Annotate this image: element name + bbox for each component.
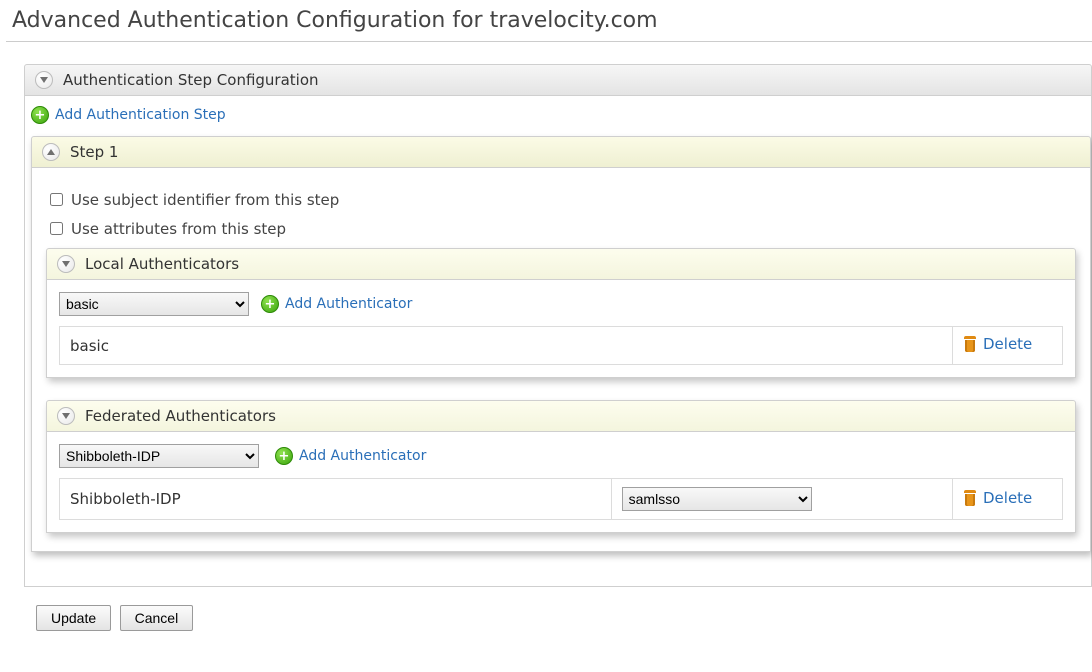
auth-step-config-panel: Authentication Step Configuration Add Au… [24, 64, 1092, 587]
plus-icon [261, 295, 279, 313]
delete-cell: Delete [953, 327, 1063, 365]
update-button[interactable]: Update [36, 605, 111, 631]
federated-auth-name-cell: Shibboleth-IDP [60, 479, 612, 520]
delete-label: Delete [983, 489, 1032, 507]
title-rule [6, 41, 1092, 42]
add-local-auth-link[interactable]: Add Authenticator [261, 295, 412, 313]
plus-icon [31, 106, 49, 124]
chevron-down-icon[interactable] [57, 255, 75, 273]
federated-auth-header[interactable]: Federated Authenticators [46, 400, 1076, 432]
trash-icon [963, 336, 977, 352]
federated-auth-title: Federated Authenticators [85, 407, 276, 425]
page-title: Advanced Authentication Configuration fo… [12, 8, 1092, 33]
federated-auth-toolbar: Shibboleth-IDP Add Authenticator [59, 444, 1063, 468]
local-auth-body: basic Add Authenticator basic Delete [46, 280, 1076, 378]
local-auth-title: Local Authenticators [85, 255, 239, 273]
use-attributes-label: Use attributes from this step [71, 220, 286, 238]
step-header[interactable]: Step 1 [31, 136, 1091, 168]
federated-auth-type-cell: samlsso [611, 479, 952, 520]
add-local-auth-label: Add Authenticator [285, 296, 412, 312]
step-title: Step 1 [70, 143, 118, 161]
chevron-up-icon[interactable] [42, 143, 60, 161]
use-subject-checkbox[interactable] [50, 193, 63, 206]
federated-row-auth-select[interactable]: samlsso [622, 487, 812, 511]
step-panel: Step 1 Use subject identifier from this … [31, 136, 1091, 552]
delete-label: Delete [983, 335, 1032, 353]
step-body: Use subject identifier from this step Us… [31, 168, 1091, 552]
add-federated-auth-label: Add Authenticator [299, 448, 426, 464]
add-auth-step-link[interactable]: Add Authentication Step [31, 106, 226, 124]
delete-link[interactable]: Delete [963, 489, 1032, 507]
local-auth-name-cell: basic [60, 327, 953, 365]
use-attributes-checkbox[interactable] [50, 222, 63, 235]
trash-icon [963, 490, 977, 506]
auth-step-config-title: Authentication Step Configuration [63, 71, 319, 89]
federated-auth-table: Shibboleth-IDP samlsso Delete [59, 478, 1063, 520]
plus-icon [275, 447, 293, 465]
add-federated-auth-link[interactable]: Add Authenticator [275, 447, 426, 465]
local-auth-select[interactable]: basic [59, 292, 249, 316]
use-subject-label: Use subject identifier from this step [71, 191, 339, 209]
add-auth-step-row: Add Authentication Step [25, 96, 1091, 136]
add-auth-step-label: Add Authentication Step [55, 107, 226, 123]
delete-link[interactable]: Delete [963, 335, 1032, 353]
federated-auth-panel: Federated Authenticators Shibboleth-IDP … [46, 400, 1076, 533]
table-row: basic Delete [60, 327, 1063, 365]
local-auth-panel: Local Authenticators basic Add Authentic… [46, 248, 1076, 378]
button-bar: Update Cancel [36, 605, 1092, 631]
cancel-button[interactable]: Cancel [120, 605, 194, 631]
local-auth-toolbar: basic Add Authenticator [59, 292, 1063, 316]
auth-step-config-body: Add Authentication Step Step 1 Use subje… [24, 96, 1092, 587]
federated-auth-body: Shibboleth-IDP Add Authenticator Shibbol… [46, 432, 1076, 533]
local-auth-header[interactable]: Local Authenticators [46, 248, 1076, 280]
local-auth-table: basic Delete [59, 326, 1063, 365]
table-row: Shibboleth-IDP samlsso Delete [60, 479, 1063, 520]
use-subject-row[interactable]: Use subject identifier from this step [46, 190, 1076, 209]
delete-cell: Delete [953, 479, 1063, 520]
federated-auth-select[interactable]: Shibboleth-IDP [59, 444, 259, 468]
chevron-down-icon[interactable] [57, 407, 75, 425]
chevron-down-icon[interactable] [35, 71, 53, 89]
use-attributes-row[interactable]: Use attributes from this step [46, 219, 1076, 238]
auth-step-config-header[interactable]: Authentication Step Configuration [24, 64, 1092, 96]
